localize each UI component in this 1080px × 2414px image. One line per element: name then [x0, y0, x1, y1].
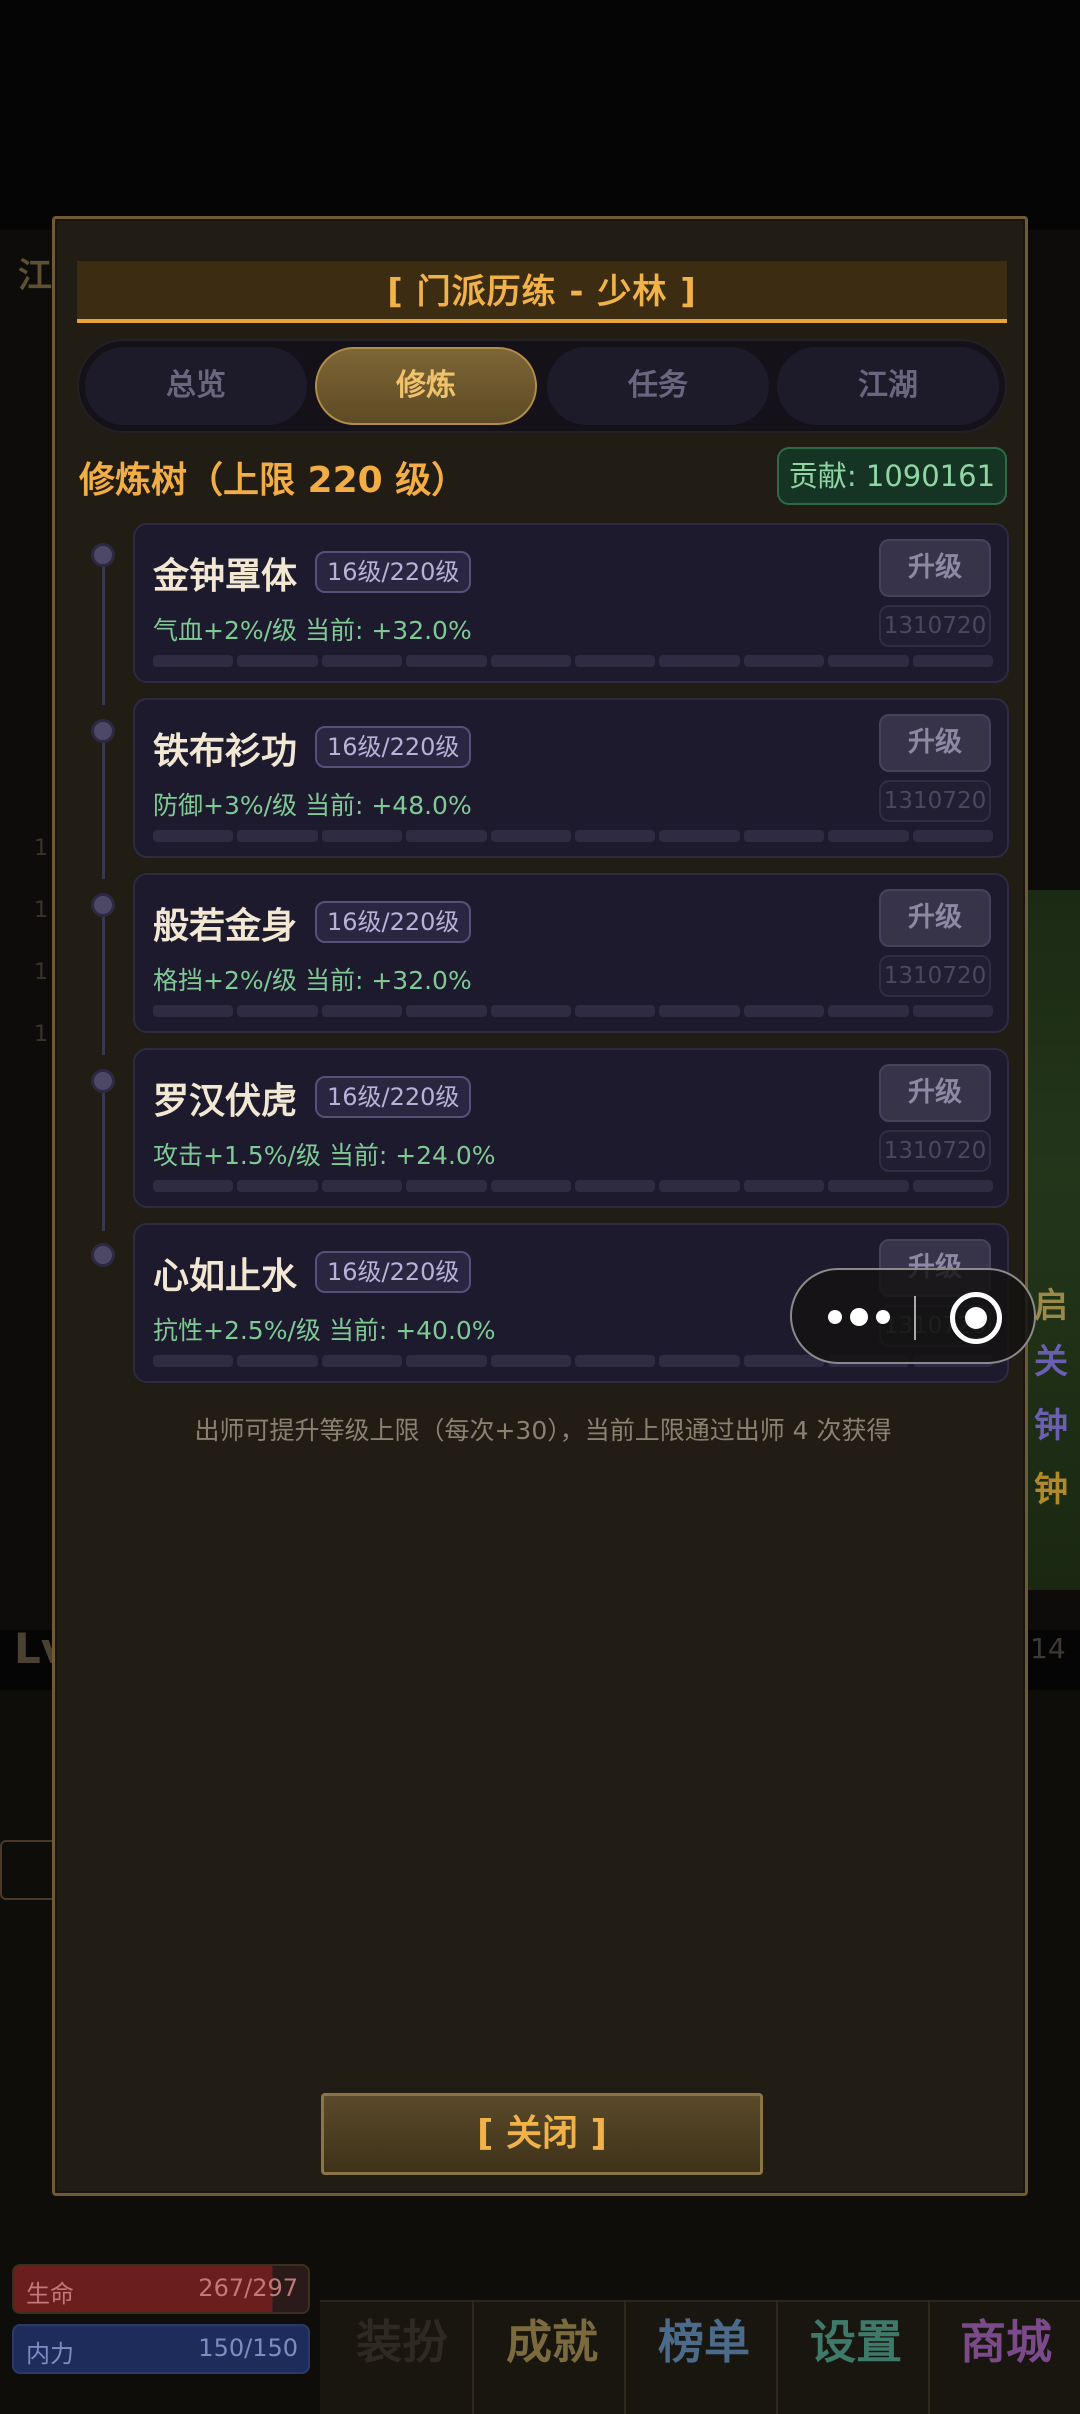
- nav-leaderboard[interactable]: 榜单: [658, 2306, 750, 2372]
- bottom-nav-divider: [776, 2300, 778, 2414]
- background-list-mark: 1: [34, 836, 48, 861]
- upgrade-cost: 1310720: [879, 780, 991, 822]
- background-side-char: 启: [1034, 1286, 1068, 1326]
- skill-card: 罗汉伏虎 16级/220级 攻击+1.5%/级 当前: +24.0% 升级 13…: [133, 1048, 1009, 1208]
- timeline-dot: [91, 1243, 115, 1267]
- mp-value: 150/150: [198, 2334, 298, 2362]
- nav-settings[interactable]: 设置: [810, 2306, 902, 2372]
- skill-card: 金钟罩体 16级/220级 气血+2%/级 当前: +32.0% 升级 1310…: [133, 523, 1009, 683]
- skill-progress-bar: [153, 830, 994, 842]
- tab-training[interactable]: 修炼: [315, 347, 537, 425]
- upgrade-button[interactable]: 升级: [879, 1064, 991, 1122]
- skill-level-badge: 16级/220级: [315, 551, 472, 593]
- background-side-char: 钟: [1034, 1470, 1068, 1510]
- hp-bar: 生命 267/297: [12, 2264, 310, 2314]
- upgrade-button[interactable]: 升级: [879, 714, 991, 772]
- timeline-dot: [91, 893, 115, 917]
- timeline-connector: [102, 739, 105, 879]
- skill-effect: 气血+2%/级 当前: +32.0%: [153, 616, 472, 645]
- skill-card: 般若金身 16级/220级 格挡+2%/级 当前: +32.0% 升级 1310…: [133, 873, 1009, 1033]
- sect-training-dialog: [ 门派历练 - 少林 ] 总览 修炼 任务 江湖 修炼树（上限 220 级） …: [52, 216, 1028, 2196]
- skill-progress-bar: [153, 1005, 994, 1017]
- bottom-nav-divider: [472, 2300, 474, 2414]
- nav-shop[interactable]: 商城: [960, 2306, 1052, 2372]
- nav-achievements[interactable]: 成就: [506, 2306, 598, 2372]
- hp-value: 267/297: [198, 2274, 298, 2302]
- skill-level-badge: 16级/220级: [315, 726, 472, 768]
- skill-card: 铁布衫功 16级/220级 防御+3%/级 当前: +48.0% 升级 1310…: [133, 698, 1009, 858]
- skill-name: 般若金身: [153, 906, 298, 947]
- background-list-mark: 1: [34, 960, 48, 985]
- timeline-connector: [102, 565, 105, 705]
- dialog-title: [ 门派历练 - 少林 ]: [387, 272, 697, 312]
- mp-bar: 内力 150/150: [12, 2324, 310, 2374]
- timeline-dot: [91, 543, 115, 567]
- skill-name: 铁布衫功: [153, 731, 298, 772]
- background-side-char: 关: [1034, 1342, 1068, 1382]
- background-phone-tag: [0, 1840, 60, 1900]
- miniprogram-capsule: [790, 1268, 1036, 1364]
- skill-progress-bar: [153, 1180, 994, 1192]
- upgrade-button[interactable]: 升级: [879, 889, 991, 947]
- tab-overview[interactable]: 总览: [85, 347, 307, 425]
- timeline-dot: [91, 719, 115, 743]
- dialog-titlebar: [ 门派历练 - 少林 ]: [77, 261, 1007, 323]
- bottom-nav-divider: [928, 2300, 930, 2414]
- upgrade-button[interactable]: 升级: [879, 539, 991, 597]
- skill-effect: 格挡+2%/级 当前: +32.0%: [153, 966, 472, 995]
- capsule-divider: [914, 1296, 916, 1340]
- background-list-mark: 1: [34, 1022, 48, 1047]
- training-tree-title: 修炼树（上限 220 级）: [79, 460, 468, 501]
- close-miniprogram-icon[interactable]: [950, 1292, 1002, 1344]
- tab-bar: 总览 修炼 任务 江湖: [77, 339, 1007, 433]
- background-list-mark: 1: [34, 898, 48, 923]
- contribution-badge: 贡献: 1090161: [777, 447, 1007, 505]
- mp-label: 内力: [26, 2340, 74, 2368]
- hp-label: 生命: [26, 2280, 74, 2308]
- upgrade-cost: 1310720: [879, 1130, 991, 1172]
- tab-missions[interactable]: 任务: [547, 347, 769, 425]
- background-level-value: 14: [1030, 1632, 1066, 1665]
- nav-dress-up[interactable]: 装扮: [356, 2306, 448, 2372]
- skill-effect: 抗性+2.5%/级 当前: +40.0%: [153, 1316, 496, 1345]
- skill-level-badge: 16级/220级: [315, 901, 472, 943]
- background-title-char: 江: [18, 256, 52, 296]
- upgrade-cost: 1310720: [879, 605, 991, 647]
- background-side-char: 钟: [1034, 1406, 1068, 1446]
- timeline-dot: [91, 1069, 115, 1093]
- skill-effect: 防御+3%/级 当前: +48.0%: [153, 791, 472, 820]
- bottom-nav-divider: [624, 2300, 626, 2414]
- skill-effect: 攻击+1.5%/级 当前: +24.0%: [153, 1141, 496, 1170]
- timeline-connector: [102, 1091, 105, 1231]
- timeline-connector: [102, 915, 105, 1055]
- skill-level-badge: 16级/220级: [315, 1251, 472, 1293]
- level-cap-note: 出师可提升等级上限（每次+30），当前上限通过出师 4 次获得: [194, 1416, 892, 1445]
- skill-name: 心如止水: [153, 1256, 298, 1297]
- skill-level-badge: 16级/220级: [315, 1076, 472, 1118]
- screen: 江 1 1 1 1 启 关 钟 钟 Lv 14 生命 267/297 内力 15…: [0, 0, 1080, 2414]
- tab-jianghu[interactable]: 江湖: [777, 347, 999, 425]
- more-icon[interactable]: [828, 1300, 898, 1336]
- close-button[interactable]: [ 关闭 ]: [321, 2093, 763, 2175]
- skill-name: 罗汉伏虎: [153, 1081, 298, 1122]
- skill-progress-bar: [153, 655, 994, 667]
- skill-name: 金钟罩体: [153, 556, 298, 597]
- upgrade-cost: 1310720: [879, 955, 991, 997]
